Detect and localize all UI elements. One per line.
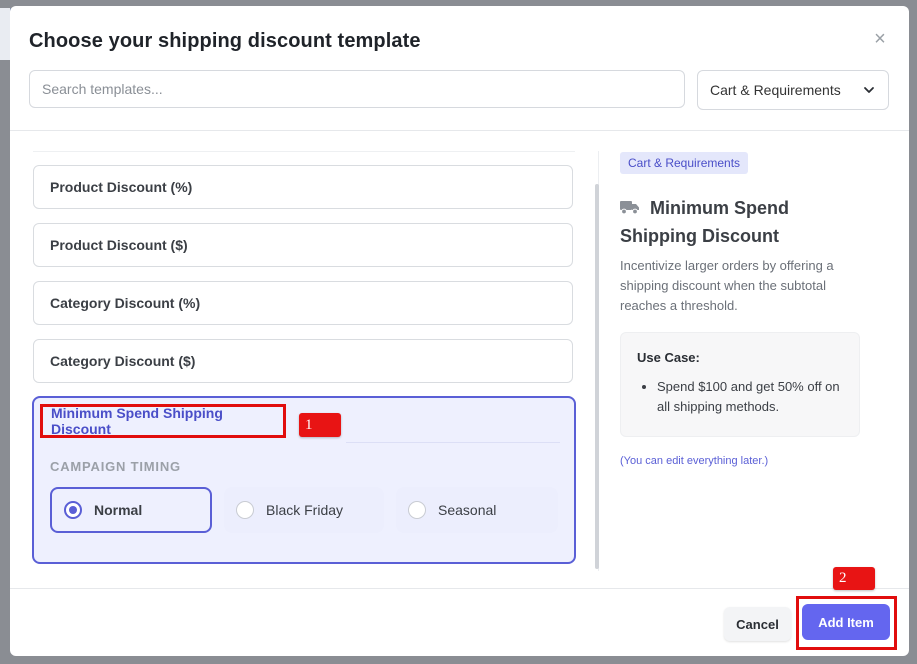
- template-card-min-spend-shipping[interactable]: Minimum Spend Shipping Discount 1 CAMPAI…: [32, 396, 576, 564]
- cancel-button[interactable]: Cancel: [724, 607, 791, 641]
- template-card-product-percent[interactable]: Product Discount (%): [33, 165, 573, 209]
- timing-option-label: Seasonal: [438, 502, 497, 518]
- modal-title: Choose your shipping discount template: [29, 30, 421, 52]
- add-item-button[interactable]: Add Item: [802, 604, 890, 640]
- template-modal: Choose your shipping discount template ×…: [10, 6, 909, 656]
- selected-template-title[interactable]: Minimum Spend Shipping Discount: [40, 404, 286, 438]
- template-card-category-dollar[interactable]: Category Discount ($): [33, 339, 573, 383]
- use-case-box: Use Case: Spend $100 and get 50% off on …: [620, 332, 860, 437]
- list-scrollbar[interactable]: [595, 184, 599, 569]
- preview-description: Incentivize larger orders by offering a …: [620, 258, 834, 313]
- template-card-label: Product Discount (%): [50, 179, 193, 195]
- template-card-label: Product Discount ($): [50, 237, 188, 253]
- card-divider: [346, 442, 560, 443]
- template-card-product-dollar[interactable]: Product Discount ($): [33, 223, 573, 267]
- use-case-list: Spend $100 and get 50% off on all shippi…: [637, 377, 843, 417]
- footer-divider: [10, 588, 909, 589]
- search-input[interactable]: [29, 70, 685, 108]
- annotation-badge-2: 2: [833, 567, 875, 590]
- annotation-badge-1: 1: [299, 413, 341, 437]
- timing-option-label: Black Friday: [266, 502, 344, 518]
- radio-icon: [408, 501, 426, 519]
- edit-note: (You can edit everything later.): [620, 455, 769, 467]
- template-card-label: Category Discount ($): [50, 353, 196, 369]
- radio-icon: [236, 501, 254, 519]
- preview-title-block: Minimum Spend Shipping Discount: [620, 194, 820, 250]
- campaign-timing-label: CAMPAIGN TIMING: [50, 459, 181, 474]
- template-card-category-percent[interactable]: Category Discount (%): [33, 281, 573, 325]
- preview-category-tag: Cart & Requirements: [620, 152, 749, 174]
- radio-icon-selected: [64, 501, 82, 519]
- category-select[interactable]: Cart & Requirements: [697, 70, 889, 110]
- category-select-value: Cart & Requirements: [710, 82, 841, 98]
- template-card-label: Category Discount (%): [50, 295, 201, 311]
- timing-option-seasonal[interactable]: Seasonal: [396, 487, 558, 533]
- preview-title: Minimum Spend Shipping Discount: [620, 198, 789, 246]
- timing-option-normal[interactable]: Normal: [50, 487, 212, 533]
- timing-option-label: Normal: [94, 502, 143, 518]
- close-icon[interactable]: ×: [869, 28, 891, 50]
- chevron-down-icon: [864, 87, 874, 93]
- use-case-item: Spend $100 and get 50% off on all shippi…: [657, 377, 843, 417]
- header-divider: [10, 130, 909, 131]
- timing-option-black-friday[interactable]: Black Friday: [224, 487, 384, 533]
- truck-icon: [620, 201, 639, 215]
- list-top-edge: [33, 151, 575, 152]
- use-case-heading: Use Case:: [637, 350, 700, 365]
